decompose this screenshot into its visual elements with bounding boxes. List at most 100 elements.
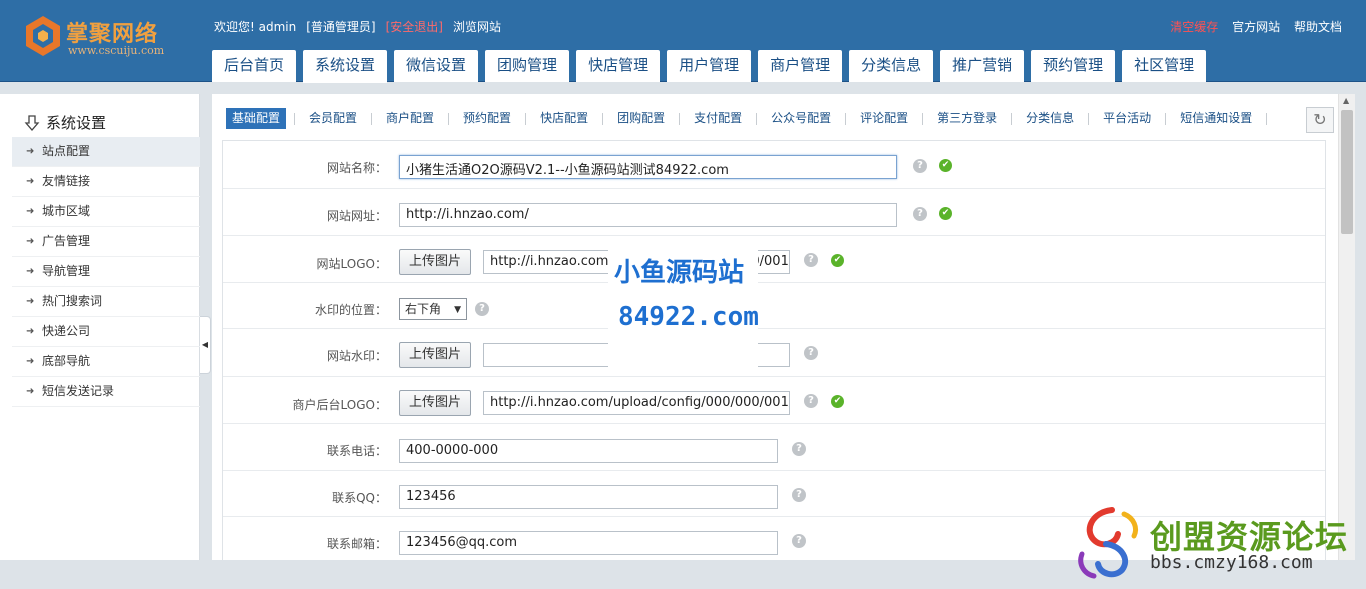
tab-community[interactable]: 社区管理 bbox=[1122, 50, 1207, 82]
divider bbox=[756, 112, 758, 125]
arrow-right-icon: ➜ bbox=[26, 236, 35, 247]
site-url-input[interactable]: http://i.hnzao.com/ bbox=[399, 203, 897, 227]
tab-users[interactable]: 用户管理 bbox=[667, 50, 752, 82]
subtab-appointment[interactable]: 预约配置 bbox=[457, 108, 517, 129]
site-name-label: 网站名称： bbox=[326, 161, 387, 175]
tab-classified[interactable]: 分类信息 bbox=[849, 50, 934, 82]
subtab-official-account[interactable]: 公众号配置 bbox=[765, 108, 837, 129]
sidebar: 系统设置 ➜ 站点配置 ➜ 友情链接 ➜ 城市区域 ➜ 广告管理 ➜ 导航管理 ➜ 热门搜索… bbox=[0, 94, 200, 560]
official-site-link[interactable]: 官方网站 bbox=[1232, 20, 1280, 34]
tab-marketing[interactable]: 推广营销 bbox=[940, 50, 1025, 82]
divider bbox=[294, 112, 296, 125]
form-row-site-name: 网站名称： 小猪生活通O2O源码V2.1--小鱼源码站测试84922.com ?… bbox=[223, 141, 1325, 189]
help-doc-link[interactable]: 帮助文档 bbox=[1294, 20, 1342, 34]
divider bbox=[371, 112, 373, 125]
help-icon[interactable]: ? bbox=[792, 534, 806, 548]
tab-groupbuy[interactable]: 团购管理 bbox=[485, 50, 570, 82]
sidebar-item-footer-nav[interactable]: ➜ 底部导航 bbox=[12, 347, 200, 377]
email-label: 联系邮箱： bbox=[326, 537, 387, 551]
sidebar-item-ads[interactable]: ➜ 广告管理 bbox=[12, 227, 200, 257]
scroll-up-icon[interactable]: ▲ bbox=[1343, 96, 1349, 105]
upload-watermark-button[interactable]: 上传图片 bbox=[399, 342, 471, 368]
watermark-position-select[interactable]: 右下角 ▼ bbox=[399, 298, 467, 320]
subtab-quickshop[interactable]: 快店配置 bbox=[534, 108, 594, 129]
divider bbox=[1266, 112, 1268, 125]
arrow-right-icon: ➜ bbox=[26, 296, 35, 307]
sidebar-title: 系统设置 bbox=[24, 112, 106, 133]
tab-appointments[interactable]: 预约管理 bbox=[1031, 50, 1116, 82]
help-icon[interactable]: ? bbox=[913, 207, 927, 221]
subtab-groupbuy[interactable]: 团购配置 bbox=[611, 108, 671, 129]
tab-dashboard[interactable]: 后台首页 bbox=[212, 50, 297, 82]
welcome-text: 欢迎您! admin bbox=[214, 20, 297, 34]
brand-logo[interactable]: 掌聚网络 www.cscuiju.com bbox=[24, 14, 174, 64]
help-icon[interactable]: ? bbox=[913, 159, 927, 173]
watermark-position-label: 水印的位置： bbox=[314, 303, 387, 317]
main-nav: 后台首页 系统设置 微信设置 团购管理 快店管理 用户管理 商户管理 分类信息 … bbox=[212, 50, 1207, 83]
sidebar-item-hot-search[interactable]: ➜ 热门搜索词 bbox=[12, 287, 200, 317]
tab-quickshop[interactable]: 快店管理 bbox=[576, 50, 661, 82]
help-icon[interactable]: ? bbox=[804, 346, 818, 360]
subtab-basic[interactable]: 基础配置 bbox=[226, 108, 287, 129]
site-name-input[interactable]: 小猪生活通O2O源码V2.1--小鱼源码站测试84922.com bbox=[399, 155, 897, 179]
sidebar-item-site-config[interactable]: ➜ 站点配置 bbox=[12, 137, 200, 167]
help-icon[interactable]: ? bbox=[792, 488, 806, 502]
form-row-logo: 网站LOGO： 上传图片 http://i.hnzao.com/upload/c… bbox=[223, 236, 1325, 283]
subtab-comments[interactable]: 评论配置 bbox=[854, 108, 914, 129]
page-scrollbar[interactable]: ▲ bbox=[1338, 94, 1355, 560]
phone-label: 联系电话： bbox=[326, 444, 387, 458]
arrow-right-icon: ➜ bbox=[26, 146, 35, 157]
arrow-right-icon: ➜ bbox=[26, 386, 35, 397]
subtab-payment[interactable]: 支付配置 bbox=[688, 108, 748, 129]
scrollbar-thumb[interactable] bbox=[1341, 110, 1353, 234]
upload-logo-button[interactable]: 上传图片 bbox=[399, 249, 471, 275]
browse-site-link[interactable]: 浏览网站 bbox=[453, 18, 501, 35]
subtab-platform-activity[interactable]: 平台活动 bbox=[1097, 108, 1157, 129]
collapse-left-icon: ◀ bbox=[201, 340, 209, 349]
refresh-button[interactable]: ↻ bbox=[1306, 107, 1334, 133]
arrow-right-icon: ➜ bbox=[26, 206, 35, 217]
sidebar-item-friend-links[interactable]: ➜ 友情链接 bbox=[12, 167, 200, 197]
email-input[interactable]: 123456@qq.com bbox=[399, 531, 778, 555]
divider bbox=[1011, 112, 1013, 125]
divider bbox=[922, 112, 924, 125]
top-links: 清空缓存 官方网站 帮助文档 bbox=[1160, 18, 1342, 35]
sidebar-list: ➜ 站点配置 ➜ 友情链接 ➜ 城市区域 ➜ 广告管理 ➜ 导航管理 ➜ 热门搜索词 ➜ 快递… bbox=[12, 137, 200, 407]
chevron-down-icon: ▼ bbox=[454, 305, 461, 315]
subtab-member[interactable]: 会员配置 bbox=[303, 108, 363, 129]
watermark-label: 网站水印： bbox=[326, 349, 387, 363]
sidebar-item-city-areas[interactable]: ➜ 城市区域 bbox=[12, 197, 200, 227]
subtab-sms-notify[interactable]: 短信通知设置 bbox=[1174, 108, 1258, 129]
subtab-classified[interactable]: 分类信息 bbox=[1020, 108, 1080, 129]
help-icon[interactable]: ? bbox=[804, 394, 818, 408]
subtab-merchant[interactable]: 商户配置 bbox=[380, 108, 440, 129]
logout-link[interactable]: [安全退出] bbox=[386, 18, 443, 35]
corner-watermark: 创盟资源论坛 bbs.cmzy168.com bbox=[1072, 504, 1362, 584]
tab-wechat-settings[interactable]: 微信设置 bbox=[394, 50, 479, 82]
sidebar-collapse-toggle[interactable]: ◀ bbox=[200, 316, 211, 374]
sidebar-item-navigation[interactable]: ➜ 导航管理 bbox=[12, 257, 200, 287]
tab-system-settings[interactable]: 系统设置 bbox=[303, 50, 388, 83]
subtab-third-party-login[interactable]: 第三方登录 bbox=[931, 108, 1003, 129]
arrow-right-icon: ➜ bbox=[26, 266, 35, 277]
corner-watermark-line2: bbs.cmzy168.com bbox=[1150, 552, 1313, 573]
phone-input[interactable]: 400-0000-000 bbox=[399, 439, 778, 463]
qq-input[interactable]: 123456 bbox=[399, 485, 778, 509]
tab-merchants[interactable]: 商户管理 bbox=[758, 50, 843, 82]
merchant-logo-label: 商户后台LOGO： bbox=[292, 398, 387, 412]
divider bbox=[525, 112, 527, 125]
help-icon[interactable]: ? bbox=[792, 442, 806, 456]
clear-cache-link[interactable]: 清空缓存 bbox=[1170, 20, 1218, 34]
user-info-bar: 欢迎您! admin [普通管理员] [安全退出] 浏览网站 bbox=[214, 18, 511, 35]
sidebar-item-express[interactable]: ➜ 快递公司 bbox=[12, 317, 200, 347]
sub-nav: 基础配置 会员配置 商户配置 预约配置 快店配置 团购配置 支付配置 公众号配置… bbox=[226, 108, 1275, 129]
role-text: [普通管理员] bbox=[306, 20, 376, 34]
forum-logo-icon bbox=[1078, 507, 1139, 579]
refresh-icon: ↻ bbox=[1313, 110, 1327, 129]
sidebar-item-sms-log[interactable]: ➜ 短信发送记录 bbox=[12, 377, 200, 407]
check-ok-icon: ✔ bbox=[939, 159, 952, 172]
help-icon[interactable]: ? bbox=[475, 302, 489, 316]
upload-merchant-logo-button[interactable]: 上传图片 bbox=[399, 390, 471, 416]
merchant-logo-url-input[interactable]: http://i.hnzao.com/upload/config/000/000… bbox=[483, 391, 790, 415]
help-icon[interactable]: ? bbox=[804, 253, 818, 267]
